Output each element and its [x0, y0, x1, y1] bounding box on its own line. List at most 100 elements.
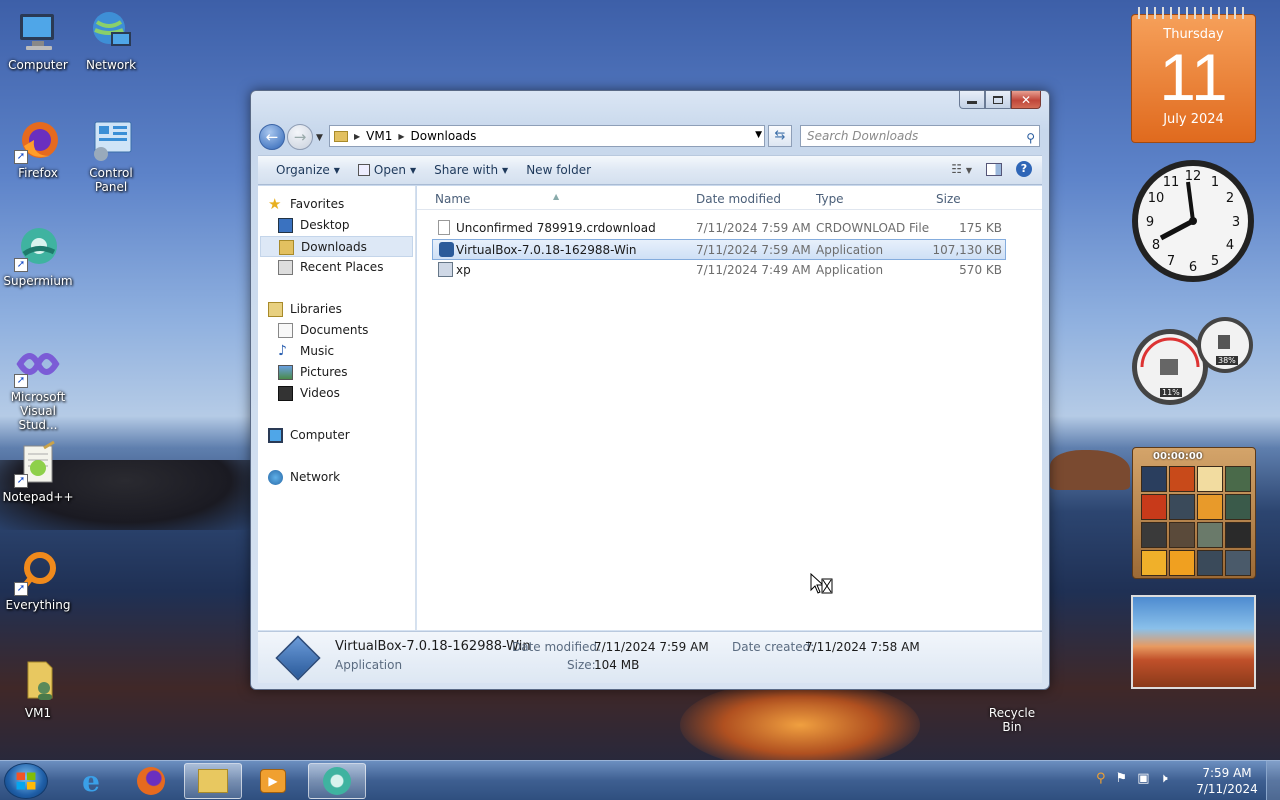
address-bar[interactable]: ▶ VM1 ▶ Downloads ▼	[329, 125, 765, 147]
nav-libraries[interactable]: Libraries	[258, 299, 415, 320]
share-with-button[interactable]: Share with ▼	[434, 163, 508, 177]
puzzle-tile[interactable]	[1197, 522, 1223, 548]
cpu-meter-gadget[interactable]: 11% 38%	[1130, 315, 1256, 410]
music-icon: ♪	[278, 343, 287, 359]
puzzle-tile[interactable]	[1141, 522, 1167, 548]
new-folder-label: New folder	[526, 163, 592, 177]
organize-button[interactable]: Organize ▼	[276, 163, 340, 177]
open-button[interactable]: Open ▼	[357, 163, 416, 177]
new-folder-button[interactable]: New folder	[526, 163, 591, 177]
puzzle-tile[interactable]	[1141, 466, 1167, 492]
recent-pages-dropdown[interactable]: ▼	[316, 133, 323, 143]
desktop-icon-computer[interactable]: Computer	[0, 8, 76, 72]
address-dropdown-icon[interactable]: ▼	[755, 130, 762, 140]
minimize-button[interactable]	[959, 91, 985, 109]
taskbar-clock[interactable]: 7:59 AM 7/11/2024	[1195, 765, 1259, 797]
nav-downloads[interactable]: Downloads	[260, 236, 413, 257]
details-pane: VirtualBox-7.0.18-162988-Win Application…	[258, 631, 1042, 683]
restore-button[interactable]	[985, 91, 1011, 109]
start-button[interactable]	[4, 763, 48, 799]
analog-clock-icon: 12 12 3 45678 9 1011	[1132, 160, 1254, 282]
nav-network[interactable]: Network	[258, 467, 415, 488]
nav-documents[interactable]: Documents	[258, 320, 415, 341]
volume-muted-icon[interactable]: 🕨	[1159, 771, 1167, 786]
refresh-button[interactable]: ⇆	[768, 125, 792, 147]
puzzle-tile[interactable]	[1197, 494, 1223, 520]
calendar-gadget[interactable]: Thursday 11 July 2024	[1131, 7, 1256, 143]
nav-videos[interactable]: Videos	[258, 383, 415, 404]
file-type: CRDOWNLOAD File	[816, 221, 930, 235]
file-row-selected[interactable]: VirtualBox-7.0.18-162988-Win 7/11/2024 7…	[432, 239, 1006, 260]
column-date-modified[interactable]: Date modified	[696, 192, 781, 206]
nav-label: Documents	[300, 323, 369, 337]
desktop-icon-firefox[interactable]: ➚ Firefox	[0, 116, 76, 180]
nav-computer[interactable]: Computer	[258, 425, 415, 446]
taskbar-supermium[interactable]	[308, 763, 366, 799]
desktop-icon-visual-studio[interactable]: ➚ Microsoft Visual Stud...	[0, 340, 76, 432]
recycle-bin-label: Recycle Bin	[988, 706, 1036, 734]
nav-favorites[interactable]: ★ Favorites	[258, 194, 415, 215]
nav-music[interactable]: ♪ Music	[258, 341, 415, 362]
close-button[interactable]: ✕	[1011, 91, 1041, 109]
network-tray-icon[interactable]: ▣	[1137, 771, 1149, 786]
breadcrumb-vm1[interactable]: VM1	[366, 129, 392, 143]
puzzle-tile[interactable]	[1169, 522, 1195, 548]
nav-recent-places[interactable]: Recent Places	[258, 257, 415, 278]
blank-file-icon	[438, 220, 450, 235]
command-bar: Organize ▼ Open ▼ Share with ▼ New folder ☷…	[258, 155, 1042, 185]
taskbar-media-player[interactable]: ▶	[244, 763, 302, 799]
help-button[interactable]: ?	[1016, 161, 1032, 177]
column-headers: ▲ Name Date modified Type Size	[417, 186, 1042, 210]
clock-gadget[interactable]: 12 1 2 3 4 5 6 7 8 9 10 11	[1130, 158, 1256, 284]
column-type[interactable]: Type	[816, 192, 844, 206]
slideshow-gadget[interactable]	[1131, 595, 1256, 689]
details-size: 104 MB	[594, 658, 640, 672]
taskbar-internet-explorer[interactable]: e	[62, 763, 120, 799]
puzzle-tile[interactable]	[1225, 550, 1251, 576]
action-center-flag-icon[interactable]: ⚑	[1116, 771, 1128, 786]
preview-pane-button[interactable]	[986, 162, 1002, 176]
supermium-icon	[323, 767, 351, 795]
puzzle-tile[interactable]	[1169, 550, 1195, 576]
puzzle-tile[interactable]	[1169, 494, 1195, 520]
column-size[interactable]: Size	[936, 192, 961, 206]
desktop-icon-supermium[interactable]: ➚ Supermium	[0, 224, 76, 288]
breadcrumb-downloads[interactable]: Downloads	[411, 129, 477, 143]
puzzle-tile[interactable]	[1225, 522, 1251, 548]
taskbar-firefox[interactable]	[122, 763, 180, 799]
show-desktop-button[interactable]	[1266, 761, 1280, 800]
details-file-name: VirtualBox-7.0.18-162988-Win	[335, 639, 531, 654]
desktop-icon-network[interactable]: Network	[73, 8, 149, 72]
videos-icon	[278, 386, 293, 401]
puzzle-tile[interactable]	[1225, 494, 1251, 520]
desktop-icon-vm1[interactable]: VM1	[0, 656, 76, 720]
search-input[interactable]: Search Downloads ⚲	[800, 125, 1040, 147]
puzzle-tile[interactable]	[1197, 466, 1223, 492]
recent-places-icon	[278, 260, 293, 275]
nav-pictures[interactable]: Pictures	[258, 362, 415, 383]
column-name[interactable]: Name	[435, 192, 470, 206]
desktop-icon-recycle-bin[interactable]: Recycle Bin	[978, 690, 1046, 734]
puzzle-tile[interactable]	[1141, 494, 1167, 520]
puzzle-tile[interactable]	[1169, 466, 1195, 492]
desktop-icon-control-panel[interactable]: Control Panel	[73, 116, 149, 194]
desktop-icon-notepadpp[interactable]: ➚ Notepad++	[0, 440, 76, 504]
file-row[interactable]: Unconfirmed 789919.crdownload 7/11/2024 …	[432, 218, 1006, 239]
desktop-icon-everything[interactable]: ➚ Everything	[0, 548, 76, 612]
nav-label: Videos	[300, 386, 340, 400]
svg-text:8: 8	[1152, 238, 1160, 253]
puzzle-tile[interactable]	[1197, 550, 1223, 576]
forward-button[interactable]: →	[287, 124, 313, 150]
nav-desktop[interactable]: Desktop	[258, 215, 415, 236]
file-row[interactable]: xp 7/11/2024 7:49 AM Application 570 KB	[432, 260, 1006, 281]
picture-puzzle-gadget[interactable]: 00:00:00	[1132, 447, 1256, 579]
nav-label: Pictures	[300, 365, 348, 379]
back-button[interactable]: ←	[259, 124, 285, 150]
puzzle-tile[interactable]	[1141, 550, 1167, 576]
file-date: 7/11/2024 7:49 AM	[696, 263, 811, 277]
search-tray-icon[interactable]: ⚲	[1096, 771, 1106, 786]
taskbar-windows-explorer[interactable]	[184, 763, 242, 799]
change-view-button[interactable]: ☷ ▼	[951, 162, 972, 176]
puzzle-tile[interactable]	[1225, 466, 1251, 492]
desktop-icon-label: Control Panel	[89, 166, 133, 194]
